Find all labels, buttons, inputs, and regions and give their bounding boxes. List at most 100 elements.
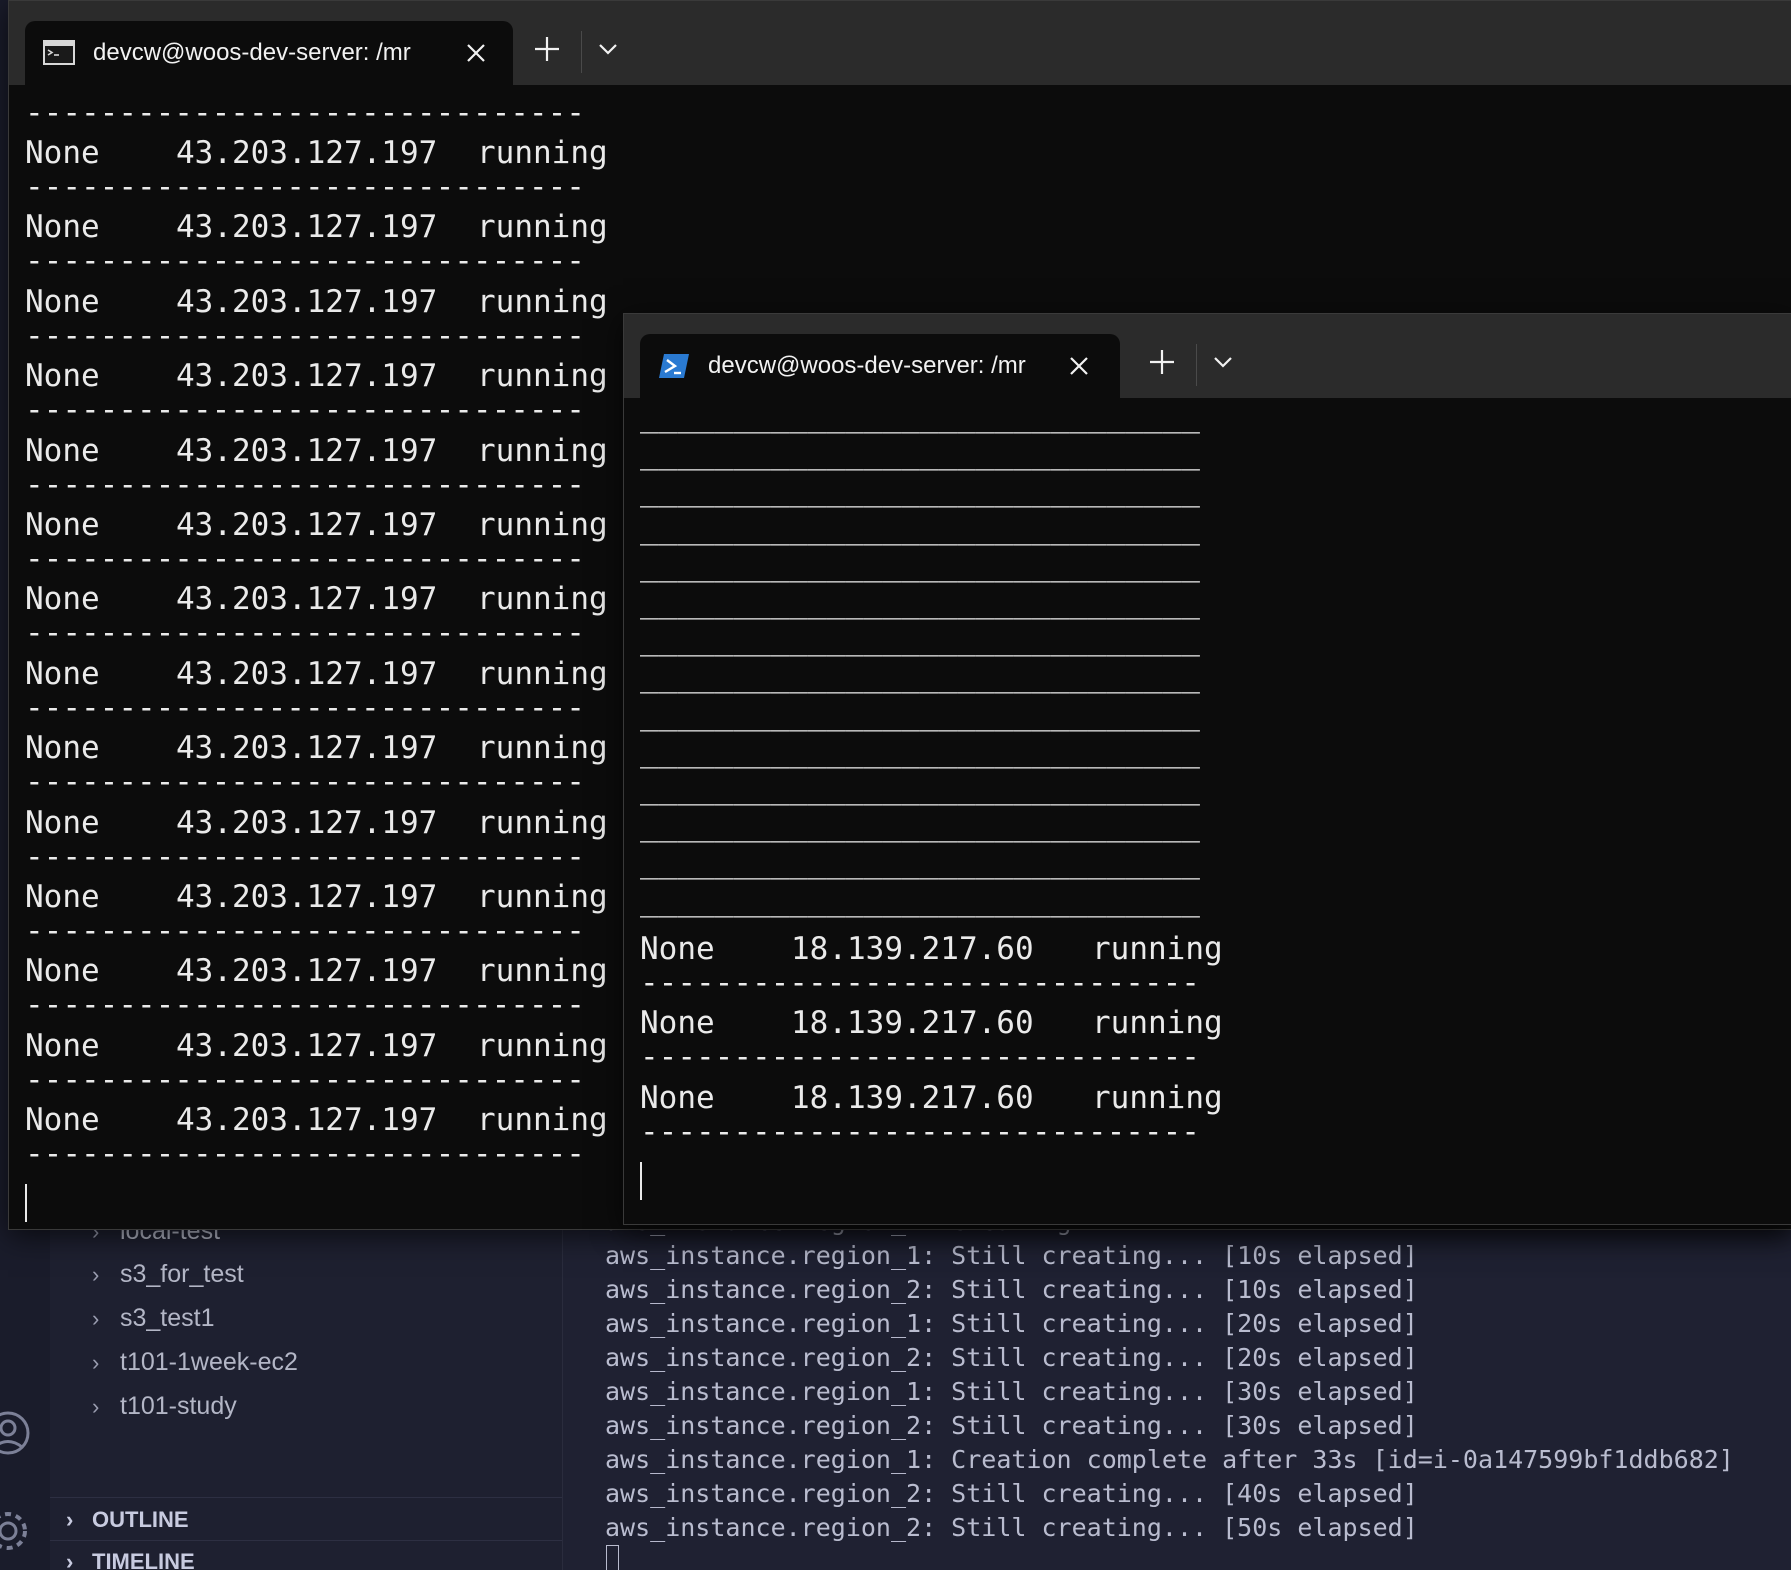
row-name: None [25,953,100,990]
explorer-item-t101-study[interactable]: › t101-study [92,1386,237,1426]
row-state: running [1092,1079,1223,1116]
separator-line: ______________________________ [640,770,1200,806]
chevron-right-icon: › [92,1350,100,1375]
row-name: None [25,135,100,171]
explorer-item-label: s3_test1 [120,1304,215,1332]
terminal-output-line: aws_instance.region_1: Still creating...… [605,1309,1418,1338]
plus-icon[interactable] [532,34,562,64]
separator-line: ______________________________ [640,509,1200,546]
separator-line: ------------------------------ [25,541,585,577]
terminal-tab[interactable]: devcw@woos-dev-server: /mr [25,21,513,85]
close-icon[interactable] [1067,354,1091,378]
separator-line: ------------------------------ [25,987,585,1024]
row-state: running [477,953,608,990]
separator-line: ------------------------------ [25,243,585,280]
row-ip: 43.203.127.197 [176,804,438,841]
row-state: running [1092,1005,1223,1042]
row-state: running [477,432,608,469]
row-name: None [25,507,100,543]
separator-line: ______________________________ [640,881,1200,918]
terminal-output[interactable]: ______________________________ __________… [624,398,1791,1224]
explorer-item-s3-test1[interactable]: › s3_test1 [92,1298,215,1338]
row-state: running [477,358,608,395]
row-ip: 18.139.217.60 [791,1079,1034,1116]
separator-line: ------------------------------ [640,964,1200,1001]
terminal-output-line: aws_instance.region_2: Still creating...… [605,1275,1418,1304]
terminal-output-line: aws_instance.region_1: Still creating...… [605,1377,1418,1406]
row-ip: 43.203.127.197 [176,507,438,543]
tab-bar: devcw@woos-dev-server: /mr [624,314,1791,398]
outline-label: OUTLINE [92,1507,189,1532]
row-state: running [1092,930,1223,967]
terminal-output-line: aws_instance.region_1: Still creating...… [605,1241,1418,1270]
terminal-tab[interactable]: devcw@woos-dev-server: /mr [640,334,1120,398]
separator-line: ------------------------------ [640,1113,1200,1150]
row-state: running [477,283,608,320]
separator-line: ______________________________ [640,398,1200,434]
manage-gear-icon[interactable] [0,1508,30,1554]
row-state: running [477,655,608,692]
row-ip: 43.203.127.197 [176,358,438,395]
separator-line: ------------------------------ [25,392,585,429]
row-state: running [477,507,608,543]
separator-line: ------------------------------ [25,689,585,726]
row-name: None [25,209,100,246]
separator-line: ______________________________ [640,435,1200,472]
separator-line: ______________________________ [640,695,1200,732]
separator-line: ------------------------------ [25,1061,585,1098]
row-state: running [477,135,608,171]
row-ip: 43.203.127.197 [176,879,438,915]
separator-line: ______________________________ [640,584,1200,620]
row-name: None [25,432,100,469]
separator-line: ______________________________ [640,807,1200,844]
terminal-output-line: aws_instance.region_2: Still creating...… [605,1479,1418,1508]
terminal-output-line: aws_instance.region_2: Still creating...… [605,1343,1418,1372]
chevron-down-icon[interactable] [1208,347,1238,377]
terminal-window-2[interactable]: devcw@woos-dev-server: /mr _____________… [623,313,1791,1225]
row-name: None [25,655,100,692]
separator-line: ______________________________ [640,546,1200,583]
account-icon[interactable] [0,1410,30,1456]
chevron-right-icon: › [66,1507,74,1532]
row-state: running [477,804,608,841]
row-ip: 43.203.127.197 [176,1027,438,1064]
chevron-right-icon: › [92,1262,100,1287]
timeline-panel-header[interactable]: › TIMELINE [66,1542,195,1570]
chevron-down-icon[interactable] [593,34,623,64]
terminal-output-line: aws_instance.region_1: Creation complete… [605,1445,1734,1474]
separator-line: ------------------------------ [25,317,585,354]
row-state: running [477,209,608,246]
explorer-item-s3-for-test[interactable]: › s3_for_test [92,1254,244,1294]
row-ip: 18.139.217.60 [791,1005,1034,1042]
explorer-item-label: t101-study [120,1392,237,1420]
row-ip: 43.203.127.197 [176,135,438,171]
row-state: running [477,879,608,915]
terminal-output-line: aws_instance.region_2: Still creating...… [605,1513,1418,1542]
explorer-item-label: s3_for_test [120,1260,244,1288]
row-ip: 43.203.127.197 [176,730,438,767]
close-icon[interactable] [464,41,488,65]
explorer-item-t101-1week-ec2[interactable]: › t101-1week-ec2 [92,1342,298,1382]
separator-line: ______________________________ [640,844,1200,881]
separator-line: ______________________________ [640,621,1200,658]
outline-panel-header[interactable]: › OUTLINE [66,1500,189,1540]
row-ip: 43.203.127.197 [176,655,438,692]
terminal-cursor [606,1545,619,1570]
row-name: None [25,1027,100,1064]
plus-icon[interactable] [1147,347,1177,377]
separator-line: ------------------------------ [25,169,585,205]
separator-line: ------------------------------ [640,1039,1200,1076]
cmd-terminal-icon [43,40,75,65]
separator-line: ______________________________ [640,732,1200,769]
separator-line: ------------------------------ [25,913,585,949]
row-state: running [477,1102,608,1139]
row-name: None [25,804,100,841]
row-name: None [25,1102,100,1139]
row-name: None [25,283,100,320]
separator-line: ------------------------------ [25,1136,585,1173]
row-name: None [25,358,100,395]
explorer-item-label: t101-1week-ec2 [120,1348,298,1376]
row-name: None [25,730,100,767]
row-name: None [640,930,715,967]
row-state: running [477,1027,608,1064]
